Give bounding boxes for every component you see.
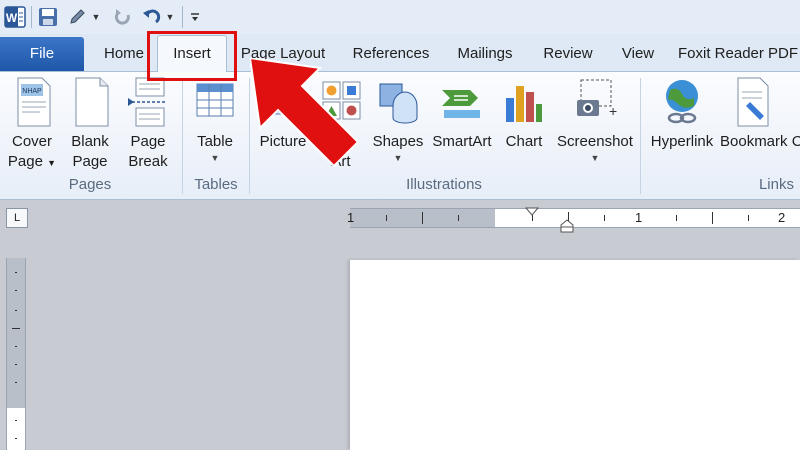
ruler-number: 1 — [635, 210, 643, 225]
group-label-links: Links — [758, 176, 794, 193]
page-break-label-2: Break — [128, 153, 168, 170]
cover-page-icon: NHAP — [17, 77, 51, 127]
cover-page-label-2: Page ▼ — [4, 152, 60, 173]
tab-home[interactable]: Home — [96, 36, 152, 72]
qat-separator — [182, 6, 183, 28]
chevron-down-icon[interactable]: ▼ — [90, 5, 102, 29]
hyperlink-icon — [666, 80, 698, 124]
cover-page-label-2-text: Page — [7, 153, 43, 170]
ruler-tick — [386, 215, 387, 221]
first-line-indent-marker[interactable] — [525, 207, 539, 217]
ruler-tick — [15, 290, 17, 291]
tab-view[interactable]: View — [614, 36, 662, 72]
vertical-ruler[interactable] — [6, 258, 26, 450]
ruler-tick — [15, 420, 17, 421]
hyperlink-label: Hyperlink — [650, 133, 714, 150]
insert-tab-highlight — [147, 31, 237, 81]
ruler-tick — [15, 364, 17, 365]
tab-mailings[interactable]: Mailings — [452, 36, 518, 72]
ruler-tick — [15, 272, 17, 273]
shapes-label: Shapes — [372, 133, 424, 150]
smartart-label: SmartArt — [432, 133, 492, 150]
tab-file[interactable]: File — [0, 37, 84, 71]
page-break-icon — [128, 77, 166, 127]
blank-page-label-1: Blank — [71, 133, 109, 150]
tab-foxit-reader-pdf[interactable]: Foxit Reader PDF — [678, 36, 800, 72]
bookmark-button[interactable]: Bookmark C — [720, 76, 800, 152]
chart-label: Chart — [505, 133, 543, 150]
chevron-down-icon: ▼ — [590, 153, 600, 163]
ruler-tick — [748, 215, 749, 221]
ruler-tick — [15, 438, 17, 439]
smartart-button[interactable]: SmartArt — [428, 76, 496, 152]
group-separator — [182, 78, 183, 194]
ruler-tick — [422, 212, 423, 224]
chart-button[interactable]: Chart — [500, 76, 548, 152]
cover-page-label-1: Cover — [11, 133, 52, 150]
bookmark-label: Bookmark C — [720, 133, 800, 150]
ruler-tick — [676, 215, 677, 221]
chevron-down-icon[interactable]: ▼ — [164, 5, 176, 29]
tab-review[interactable]: Review — [538, 36, 598, 72]
ruler-tick — [15, 346, 17, 347]
blank-page-button[interactable]: Blank Page — [64, 76, 116, 172]
qat-separator — [31, 6, 32, 28]
ruler-number: 2 — [778, 210, 786, 225]
redo-icon[interactable] — [112, 5, 134, 29]
group-label-tables: Tables — [194, 176, 238, 193]
screenshot-icon: + — [577, 79, 617, 119]
ruler-tick — [712, 212, 713, 224]
svg-text:NHAP: NHAP — [22, 88, 42, 95]
save-icon[interactable] — [36, 5, 60, 29]
undo-icon[interactable] — [140, 5, 162, 29]
pen-icon[interactable] — [66, 5, 88, 29]
word-app-icon[interactable]: W — [2, 5, 28, 29]
table-button[interactable]: Table ▼ — [188, 76, 242, 164]
ruler-tick — [15, 310, 17, 311]
chevron-down-icon: ▼ — [47, 158, 57, 168]
chevron-down-icon: ▼ — [393, 153, 403, 163]
ruler-top-margin — [7, 258, 25, 408]
hanging-indent-marker[interactable] — [560, 219, 574, 233]
table-label: Table — [197, 133, 233, 150]
ruler-tick — [458, 215, 459, 221]
screenshot-button[interactable]: + Screenshot ▼ — [552, 76, 638, 164]
ruler-number: 1 — [347, 210, 355, 225]
red-arrow-icon — [250, 58, 360, 168]
page-break-button[interactable]: Page Break — [122, 76, 174, 172]
ruler-tick — [15, 382, 17, 383]
ruler-tick — [12, 328, 20, 329]
svg-text:W: W — [6, 11, 18, 25]
group-separator — [640, 78, 641, 194]
group-label-illustrations: Illustrations — [406, 176, 482, 193]
svg-text:+: + — [609, 103, 617, 119]
tab-selector-button[interactable]: L — [6, 208, 28, 228]
table-icon — [196, 83, 234, 117]
ruler-bar: L 1 1 2 — [0, 200, 800, 233]
screenshot-label: Screenshot — [557, 133, 633, 150]
quick-access-toolbar: W ▼ ▼ — [0, 0, 800, 34]
cover-page-button[interactable]: NHAP Cover Page ▼ — [4, 76, 60, 173]
group-label-pages: Pages — [68, 176, 112, 193]
shapes-icon — [379, 83, 418, 124]
customize-qat-icon[interactable] — [188, 5, 202, 29]
page-break-label-1: Page — [130, 133, 166, 150]
document-page[interactable] — [350, 260, 800, 450]
bookmark-icon — [737, 77, 769, 127]
chart-icon — [506, 86, 542, 122]
ribbon-tab-bar: File Home Insert Page Layout References … — [0, 34, 800, 73]
blank-page-icon — [75, 77, 109, 127]
shapes-button[interactable]: Shapes ▼ — [370, 76, 426, 164]
ruler-tick — [604, 215, 605, 221]
horizontal-ruler[interactable]: 1 1 2 — [347, 207, 800, 233]
smartart-icon — [442, 90, 480, 118]
ribbon-insert: NHAP Cover Page ▼ Blank Page Page Break … — [0, 72, 800, 200]
chevron-down-icon: ▼ — [210, 153, 220, 163]
hyperlink-button[interactable]: Hyperlink — [646, 76, 718, 152]
blank-page-label-2: Page — [72, 153, 108, 170]
